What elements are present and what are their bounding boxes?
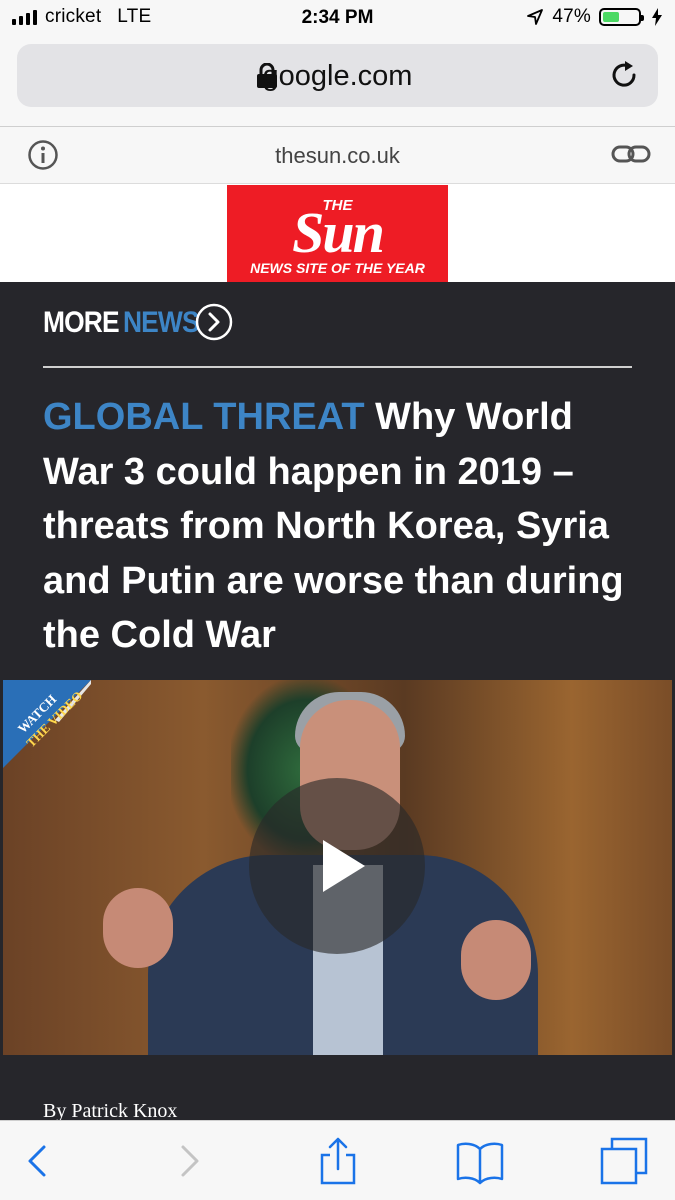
link-icon[interactable]	[611, 141, 651, 169]
site-header: THE Sun NEWS SITE OF THE YEAR	[0, 184, 675, 282]
share-icon[interactable]	[312, 1135, 364, 1187]
logo-word: Sun	[292, 200, 385, 265]
news-label: NEWS	[123, 306, 200, 339]
address-bar-area: google.com	[0, 38, 675, 126]
play-icon	[323, 840, 365, 892]
article-panel: MORE NEWS GLOBAL THREAT Why World War 3 …	[0, 282, 675, 1122]
more-label: MORE	[43, 306, 120, 339]
location-arrow-icon	[527, 9, 544, 25]
more-news-link[interactable]: MORE NEWS	[43, 303, 233, 341]
charging-bolt-icon	[652, 8, 662, 26]
network-type: LTE	[117, 6, 152, 27]
signal-bars-icon	[12, 9, 37, 25]
section-divider	[43, 366, 632, 368]
sun-logo[interactable]: THE Sun NEWS SITE OF THE YEAR	[227, 185, 448, 282]
carrier-name: cricket	[45, 6, 102, 27]
headline-kicker: GLOBAL THREAT	[43, 396, 365, 438]
logo-tagline: NEWS SITE OF THE YEAR	[250, 260, 425, 276]
address-field[interactable]: google.com	[17, 44, 658, 107]
play-button[interactable]	[249, 778, 425, 954]
back-arrow-icon[interactable]	[12, 1135, 64, 1187]
video-speaker-hand-right	[461, 920, 531, 1000]
reader-site-bar: thesun.co.uk	[0, 126, 675, 184]
battery-percent: 47%	[552, 6, 591, 27]
browser-toolbar	[0, 1120, 675, 1200]
forward-arrow-icon[interactable]	[163, 1135, 215, 1187]
battery-icon	[599, 8, 644, 26]
chevron-right-circle-icon[interactable]	[195, 303, 233, 341]
bookmarks-icon[interactable]	[454, 1135, 506, 1187]
status-bar: cricket LTE 2:34 PM 47%	[0, 0, 675, 38]
article-headline: GLOBAL THREAT Why World War 3 could happ…	[43, 390, 633, 663]
site-domain: thesun.co.uk	[275, 143, 400, 168]
battery-fill	[603, 12, 619, 22]
watch-video-badge: WATCH THE VIDEO	[3, 680, 91, 768]
address-domain: google.com	[262, 60, 413, 92]
video-speaker-hand-left	[103, 888, 173, 968]
reload-icon[interactable]	[608, 58, 642, 92]
tabs-icon[interactable]	[598, 1135, 650, 1187]
video-player[interactable]: WATCH THE VIDEO	[3, 680, 672, 1055]
